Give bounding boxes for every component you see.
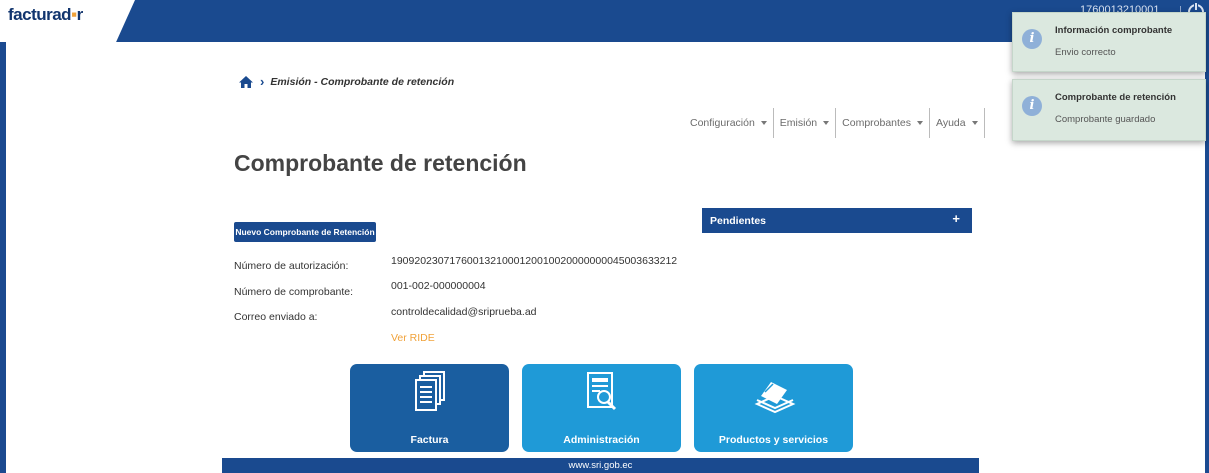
auth-label: Número de autorización: xyxy=(234,260,349,272)
menu-emision[interactable]: Emisión xyxy=(774,108,837,138)
number-value: 001-002-000000004 xyxy=(391,280,486,292)
new-retention-button[interactable]: Nuevo Comprobante de Retención xyxy=(234,222,376,242)
menu-comprobantes[interactable]: Comprobantes xyxy=(836,108,931,138)
menu-configuracion[interactable]: Configuración xyxy=(690,108,774,138)
notification-message: Envio correcto xyxy=(1055,47,1116,58)
home-icon[interactable] xyxy=(238,75,254,89)
pending-panel[interactable]: Pendientes + xyxy=(702,208,972,233)
page-title: Comprobante de retención xyxy=(234,150,527,176)
tile-administracion[interactable]: Administración xyxy=(522,364,681,452)
pending-title: Pendientes xyxy=(710,215,767,227)
info-icon: i xyxy=(1022,96,1042,116)
box-stack-icon xyxy=(751,370,797,425)
tile-factura-label: Factura xyxy=(410,434,449,446)
email-value: controldecalidad@sriprueba.ad xyxy=(391,306,537,318)
tile-factura[interactable]: Factura xyxy=(350,364,509,452)
documents-icon xyxy=(413,370,447,425)
notification-title: Comprobante de retención xyxy=(1055,92,1176,103)
notification-info[interactable]: i Información comprobante Envio correcto xyxy=(1012,12,1206,72)
caret-down-icon xyxy=(823,121,830,125)
menu-ayuda[interactable]: Ayuda xyxy=(930,108,985,138)
notification-title: Información comprobante xyxy=(1055,25,1173,36)
email-label: Correo enviado a: xyxy=(234,311,318,323)
logo[interactable]: facturad▪r xyxy=(8,5,83,25)
frame-left-border xyxy=(0,0,6,473)
tile-productos[interactable]: Productos y servicios xyxy=(694,364,853,452)
notification-message: Comprobante guardado xyxy=(1055,114,1156,125)
auth-value: 1909202307176001321000120010020000000045… xyxy=(391,255,678,267)
plus-icon[interactable]: + xyxy=(952,211,960,226)
caret-down-icon xyxy=(917,121,924,125)
caret-down-icon xyxy=(971,121,978,125)
info-icon: i xyxy=(1022,29,1042,49)
caret-down-icon xyxy=(760,121,767,125)
logo-area: facturad▪r xyxy=(0,0,135,42)
footer: www.sri.gob.ec xyxy=(222,458,979,473)
document-search-icon xyxy=(582,370,622,427)
notification-saved[interactable]: i Comprobante de retención Comprobante g… xyxy=(1012,79,1206,141)
main-menu: Configuración Emisión Comprobantes Ayuda xyxy=(690,108,985,138)
breadcrumb-text: Emisión - Comprobante de retención xyxy=(270,75,455,88)
ver-ride-link[interactable]: Ver RIDE xyxy=(391,332,435,344)
breadcrumb: › Emisión - Comprobante de retención xyxy=(238,74,454,89)
tile-products-label: Productos y servicios xyxy=(718,434,829,446)
number-label: Número de comprobante: xyxy=(234,286,354,298)
tile-admin-label: Administración xyxy=(563,434,640,446)
chevron-right-icon: › xyxy=(260,74,265,89)
